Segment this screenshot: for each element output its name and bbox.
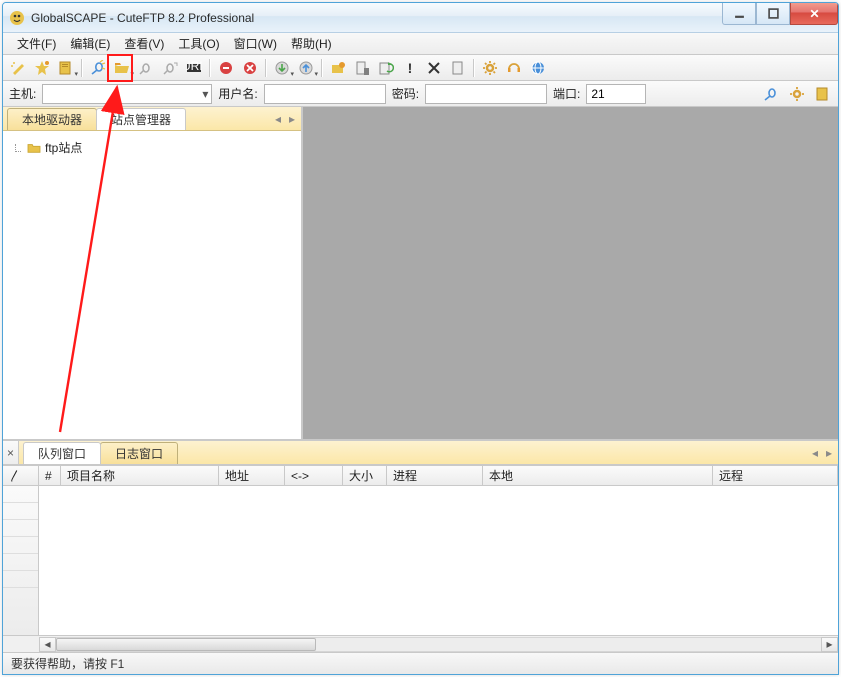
stop-icon[interactable] [215,57,237,79]
col-handle[interactable]: 〳 [3,466,39,485]
tab-scroll-left-icon[interactable]: ◂ [271,111,285,127]
col-dir[interactable]: <-> [285,466,343,485]
col-size[interactable]: 大小 [343,466,387,485]
host-combo[interactable]: ▾ [42,84,212,104]
tab-local-drives[interactable]: 本地驱动器 [7,108,97,130]
user-label: 用户名: [216,85,259,102]
svg-text:URL: URL [186,60,202,73]
menubar: 文件(F) 编辑(E) 查看(V) 工具(O) 窗口(W) 帮助(H) [3,33,838,55]
bottom-tab-scroll-left-icon[interactable]: ◂ [808,445,822,461]
menu-window[interactable]: 窗口(W) [228,33,283,54]
headset-icon[interactable] [503,57,525,79]
col-prog[interactable]: 进程 [387,466,483,485]
bottom-tab-scroll-right-icon[interactable]: ▸ [822,445,836,461]
app-icon [9,10,25,26]
col-remote[interactable]: 远程 [713,466,838,485]
star-icon[interactable] [31,57,53,79]
host-dropdown-icon[interactable]: ▾ [202,87,208,101]
cancel-icon[interactable] [239,57,261,79]
titlebar: GlobalSCAPE - CuteFTP 8.2 Professional [3,3,838,33]
queue-close-icon[interactable]: × [3,441,19,464]
delete-icon[interactable] [423,57,445,79]
status-text: 要获得帮助，请按 F1 [11,655,124,672]
gear-icon[interactable] [479,57,501,79]
globe-icon[interactable] [527,57,549,79]
remote-pane [303,107,838,439]
quick-connect-icon[interactable] [760,83,782,105]
left-pane: 本地驱动器 站点管理器 ◂ ▸ ftp站点 [3,107,303,439]
pass-label: 密码: [390,85,421,102]
col-local[interactable]: 本地 [483,466,713,485]
gear2-icon[interactable] [786,83,808,105]
port-input[interactable] [586,84,646,104]
tree-root-label: ftp站点 [45,139,82,156]
col-item[interactable]: 项目名称 [61,466,219,485]
tab-scroll-right-icon[interactable]: ▸ [285,111,299,127]
download-icon[interactable] [271,57,293,79]
grid-cells [39,486,838,635]
window-title: GlobalSCAPE - CuteFTP 8.2 Professional [31,11,722,25]
grid-hscroll[interactable]: ◂ ▸ [3,635,838,652]
scroll-right-icon[interactable]: ▸ [821,637,838,652]
upload-icon[interactable] [295,57,317,79]
scroll-left-icon[interactable]: ◂ [39,637,56,652]
folder-icon [27,142,41,154]
bookmark-icon[interactable] [812,83,834,105]
connect-bar: 主机: ▾ 用户名: 密码: 端口: [3,81,838,107]
site-tree[interactable]: ftp站点 [3,131,301,439]
queue-grid: 〳 # 项目名称 地址 <-> 大小 进程 本地 远程 [3,465,838,652]
statusbar: 要获得帮助，请按 F1 [3,652,838,674]
col-addr[interactable]: 地址 [219,466,285,485]
notebook-icon[interactable] [55,57,77,79]
reconnect-icon[interactable] [159,57,181,79]
scroll-thumb[interactable] [56,638,316,651]
host-input[interactable] [47,85,202,103]
new-folder-icon[interactable] [327,57,349,79]
alert-icon[interactable]: ! [399,57,421,79]
connect-icon[interactable] [87,57,109,79]
refresh-icon[interactable] [375,57,397,79]
menu-view[interactable]: 查看(V) [118,33,170,54]
menu-tools[interactable]: 工具(O) [172,33,225,54]
minimize-button[interactable] [722,3,756,25]
scroll-track[interactable] [56,637,821,652]
menu-file[interactable]: 文件(F) [11,33,62,54]
port-label: 端口: [551,85,582,102]
tab-site-manager[interactable]: 站点管理器 [96,108,186,130]
folder-open-icon[interactable] [111,57,133,79]
url-icon[interactable]: URL [183,57,205,79]
grid-row-headers [3,486,39,635]
menu-edit[interactable]: 编辑(E) [64,33,116,54]
user-input[interactable] [264,84,386,104]
document-icon[interactable] [447,57,469,79]
toolbar: URL ! [3,55,838,81]
tree-root-node[interactable]: ftp站点 [13,139,291,156]
wizard-icon[interactable] [7,57,29,79]
tab-queue[interactable]: 队列窗口 [23,442,101,464]
properties-icon[interactable] [351,57,373,79]
col-num[interactable]: # [39,466,61,485]
close-button[interactable] [790,3,838,25]
menu-help[interactable]: 帮助(H) [285,33,338,54]
tab-log[interactable]: 日志窗口 [100,442,178,464]
host-label: 主机: [7,85,38,102]
maximize-button[interactable] [756,3,790,25]
pass-input[interactable] [425,84,547,104]
disconnect-icon[interactable] [135,57,157,79]
